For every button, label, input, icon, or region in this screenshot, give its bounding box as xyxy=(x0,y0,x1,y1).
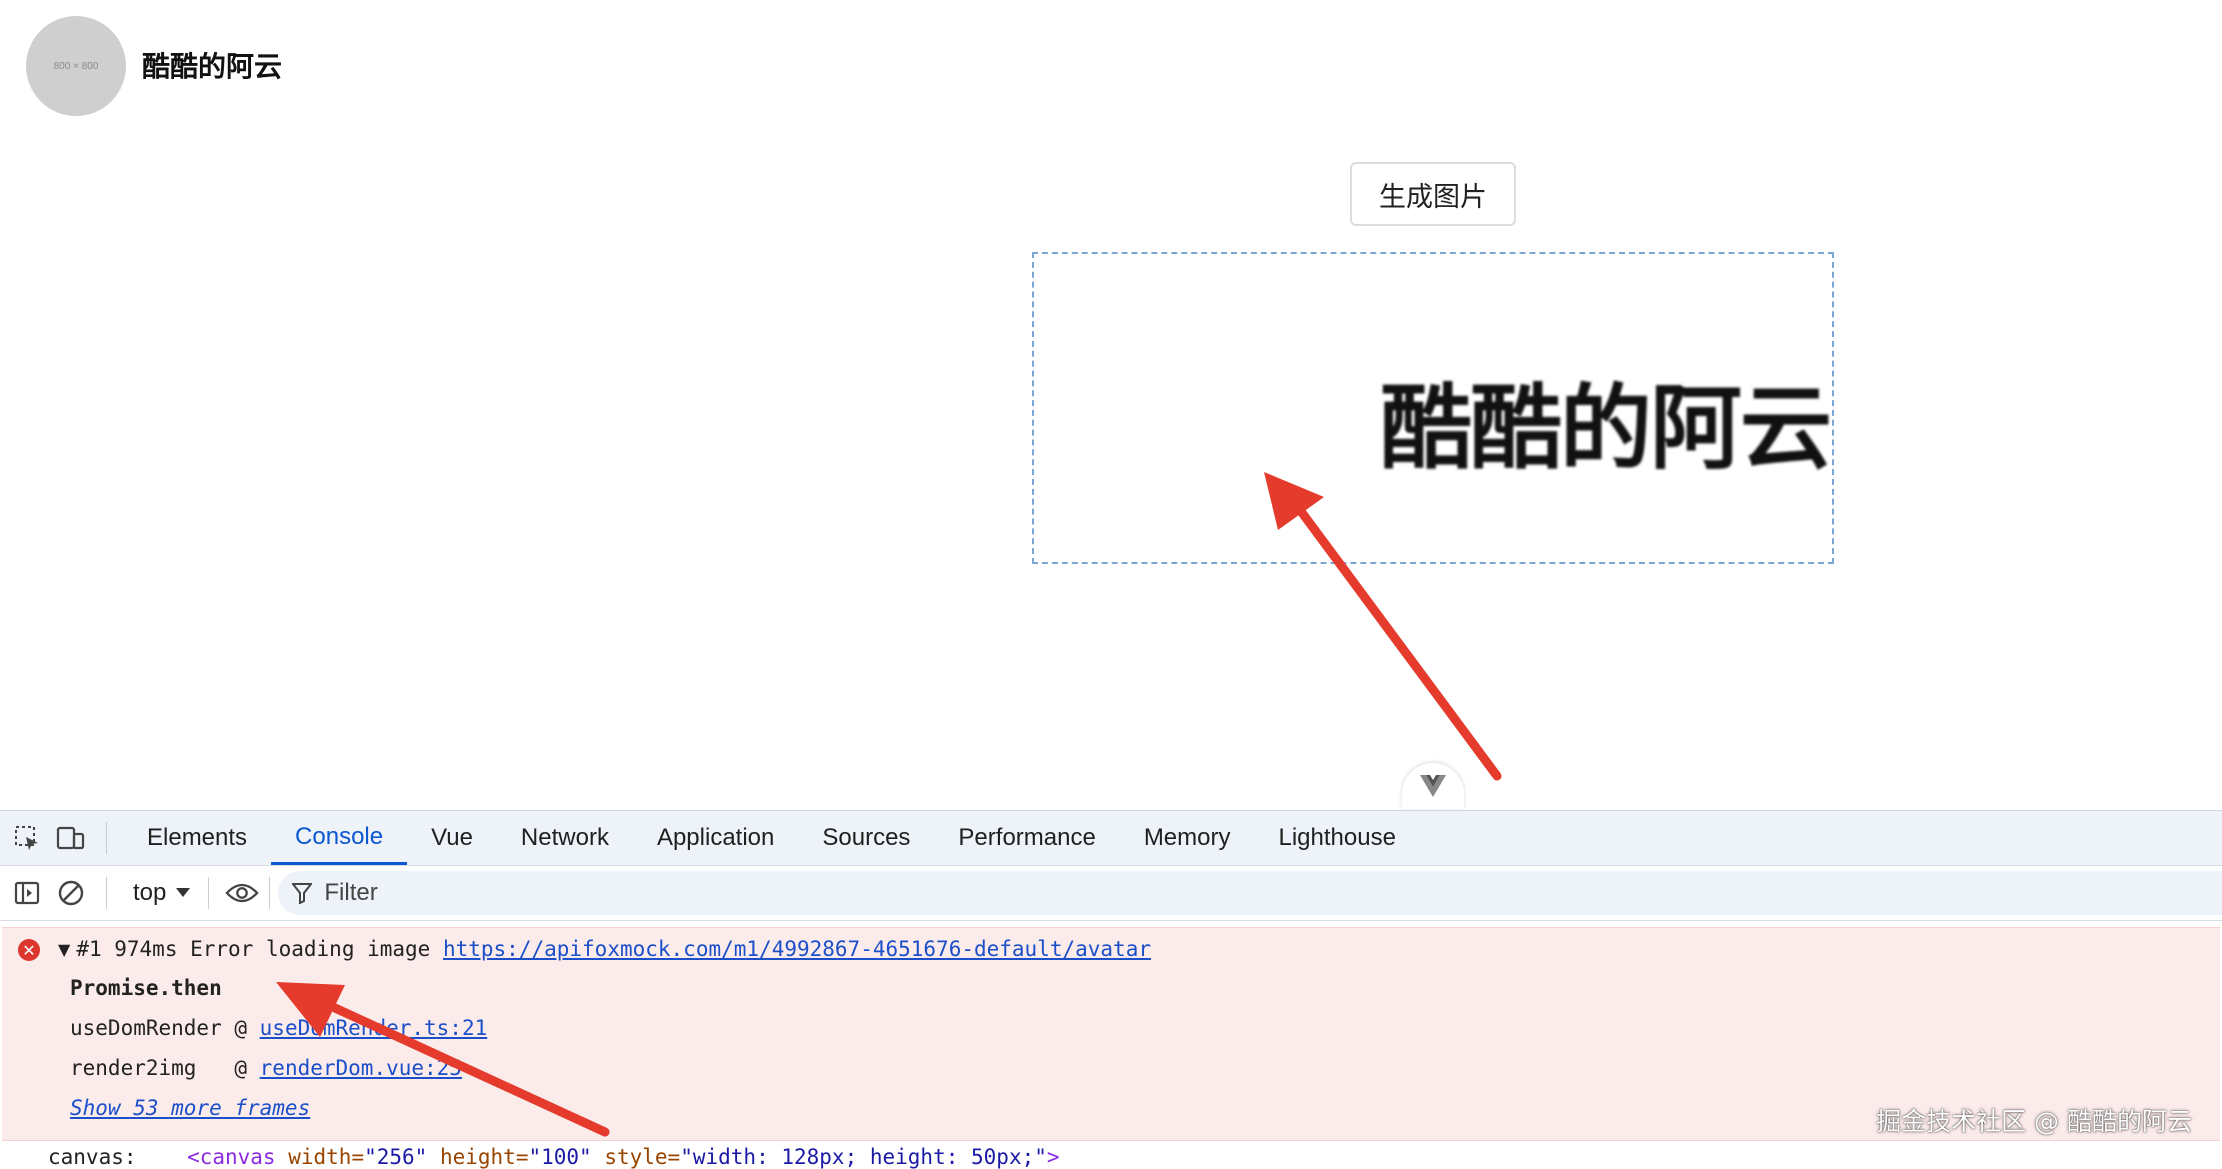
log-attr: style= xyxy=(591,1145,681,1169)
stack-frame-link[interactable]: renderDom.vue:25 xyxy=(260,1056,462,1080)
error-url-link[interactable]: https://apifoxmock.com/m1/4992867-465167… xyxy=(443,937,1151,961)
tab-network[interactable]: Network xyxy=(497,811,633,865)
tab-memory[interactable]: Memory xyxy=(1120,811,1255,865)
vue-devtools-toggle[interactable] xyxy=(1402,763,1464,809)
error-message-text: #1 974ms Error loading image xyxy=(76,937,443,961)
log-tag-close: > xyxy=(1046,1145,1060,1169)
error-icon: ✕ xyxy=(18,939,40,961)
tab-sources[interactable]: Sources xyxy=(798,811,934,865)
username: 酷酷的阿云 xyxy=(142,50,283,83)
tab-vue[interactable]: Vue xyxy=(407,811,497,865)
preview-rendered-text: 酷酷的阿云 xyxy=(1379,375,1832,482)
render-preview: 酷酷的阿云 xyxy=(1032,252,1834,564)
show-more-frames-text[interactable]: Show 53 more frames xyxy=(70,1096,310,1120)
console-log-canvas: canvas: <canvas width="256" height="100"… xyxy=(48,1145,1060,1169)
vue-logo-icon xyxy=(1420,775,1446,797)
inspect-element-icon[interactable] xyxy=(10,821,44,855)
filter-placeholder: Filter xyxy=(324,879,378,906)
log-value: "100" xyxy=(528,1145,592,1169)
live-expression-eye-icon[interactable] xyxy=(225,876,260,910)
tab-console[interactable]: Console xyxy=(271,811,408,865)
divider xyxy=(106,822,107,854)
devtools-tabbar: Elements Console Vue Network Application… xyxy=(0,811,2222,866)
avatar-placeholder-text: 800 × 800 xyxy=(53,60,99,72)
stack-frame-function: useDomRender @ xyxy=(70,1016,260,1040)
filter-funnel-icon xyxy=(292,883,313,904)
log-value: "width: 128px; height: 50px;" xyxy=(680,1145,1047,1169)
stack-frame: render2img @ renderDom.vue:25 xyxy=(70,1048,462,1088)
clear-console-icon[interactable] xyxy=(54,876,88,910)
device-toolbar-icon[interactable] xyxy=(54,821,88,855)
console-filter-input[interactable]: Filter xyxy=(278,871,2222,915)
divider xyxy=(106,877,107,909)
log-label: canvas: xyxy=(48,1145,188,1169)
tab-lighthouse[interactable]: Lighthouse xyxy=(1254,811,1419,865)
show-more-frames-link[interactable]: Show 53 more frames xyxy=(70,1088,310,1128)
expand-triangle-icon[interactable]: ▼ xyxy=(58,940,70,959)
stack-frame: useDomRender @ useDomRender.ts:21 xyxy=(70,1008,487,1048)
divider xyxy=(269,877,271,909)
stack-title: Promise.then xyxy=(70,976,222,1000)
tab-elements[interactable]: Elements xyxy=(123,811,271,865)
avatar: 800 × 800 xyxy=(26,16,126,116)
log-value: "256" xyxy=(364,1145,428,1169)
context-selector[interactable]: top xyxy=(133,879,191,907)
stack-frame-link[interactable]: useDomRender.ts:21 xyxy=(260,1016,488,1040)
log-attr: width= xyxy=(275,1145,365,1169)
stack-frame-function: render2img @ xyxy=(70,1056,260,1080)
context-label: top xyxy=(133,879,167,906)
log-attr: height= xyxy=(427,1145,529,1169)
console-toolbar: top Filter xyxy=(0,866,2222,921)
error-message-line: ▼ #1 974ms Error loading image https://ap… xyxy=(58,929,1151,969)
tab-application[interactable]: Application xyxy=(633,811,798,865)
generate-image-button[interactable]: 生成图片 xyxy=(1350,162,1516,226)
sidebar-toggle-icon[interactable] xyxy=(10,876,44,910)
dropdown-arrow-icon xyxy=(176,888,191,897)
tab-performance[interactable]: Performance xyxy=(934,811,1119,865)
log-tag-open[interactable]: <canvas xyxy=(187,1145,276,1169)
divider xyxy=(208,877,210,909)
watermark: 掘金技术社区 @ 酷酷的阿云 xyxy=(1876,1107,2192,1136)
